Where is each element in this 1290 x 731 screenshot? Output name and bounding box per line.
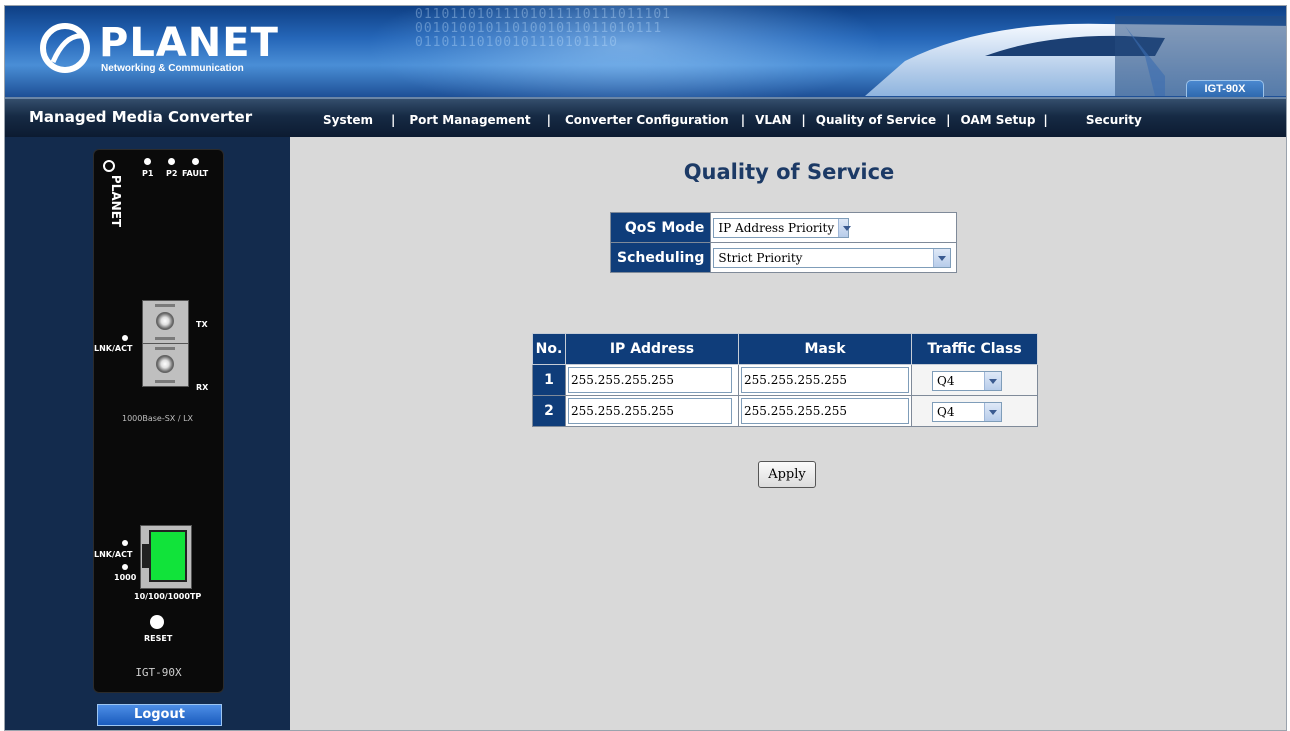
mask-cell: 255.255.255.255: [738, 395, 912, 427]
reset-button: [150, 615, 164, 629]
logout-button[interactable]: Logout: [97, 704, 222, 726]
chevron-down-icon: [838, 219, 852, 237]
ip-cell: 255.255.255.255: [565, 364, 739, 396]
traffic-class-select[interactable]: Q4: [932, 370, 1002, 391]
banner-binary-decoration: 01101101011101011110111011101 00101001011…: [415, 8, 671, 50]
traffic-class-cell: Q4: [911, 364, 1038, 396]
page-title: Quality of Service: [683, 160, 895, 184]
sidebar: PLANET P1 P2 FAULT TX RX LNK/ACT 1000Bas…: [5, 137, 290, 730]
fiber-rx-label: RX: [196, 383, 209, 392]
led-copper-lnk: [122, 540, 128, 546]
nav-separator: |: [801, 113, 806, 127]
led-fiber-lnk: [122, 335, 128, 341]
qos-settings-table: QoS Mode IP Address Priority Scheduling …: [609, 212, 958, 273]
scheduling-select[interactable]: Strict Priority: [713, 248, 952, 268]
window-frame: 01101101011101011110111011101 00101001011…: [4, 5, 1287, 731]
traffic-class-value: Q4: [937, 373, 955, 388]
nav-oam-setup[interactable]: OAM Setup: [960, 113, 1035, 127]
column-header-no: No.: [532, 333, 566, 365]
copper-type-label: 10/100/1000TP: [134, 592, 202, 601]
mask-cell: 255.255.255.255: [738, 364, 912, 396]
reset-label: RESET: [144, 634, 173, 643]
qos-mode-value: IP Address Priority: [718, 221, 835, 235]
nav-bar: Managed Media Converter System | Port Ma…: [5, 97, 1286, 137]
led-label-p1: P1: [142, 169, 154, 178]
planet-logo-icon: [40, 23, 90, 73]
nav-vlan[interactable]: VLAN: [755, 113, 791, 127]
ip-address-input[interactable]: 255.255.255.255: [568, 398, 732, 424]
traffic-class-value: Q4: [937, 404, 955, 419]
led-p1: [144, 158, 151, 165]
column-header-mask: Mask: [738, 333, 912, 365]
scheduling-label: Scheduling: [609, 242, 712, 273]
qos-mode-cell: IP Address Priority: [710, 212, 958, 243]
apply-button[interactable]: Apply: [758, 461, 816, 488]
copper-port: [140, 525, 192, 589]
nav-quality-of-service[interactable]: Quality of Service: [816, 113, 936, 127]
device-logo-text: PLANET: [109, 174, 124, 228]
nav-separator: |: [1043, 113, 1048, 127]
nav-separator: |: [946, 113, 951, 127]
table-row: 2 255.255.255.255 255.255.255.255 Q4: [532, 395, 1038, 427]
nav-security[interactable]: Security: [1086, 113, 1142, 127]
chevron-down-icon: [933, 249, 951, 267]
row-number: 2: [532, 395, 566, 427]
traffic-class-select[interactable]: Q4: [932, 401, 1002, 422]
nav-separator: |: [546, 113, 551, 127]
scheduling-cell: Strict Priority: [710, 242, 958, 273]
led-p2: [168, 158, 175, 165]
table-row: 1 255.255.255.255 255.255.255.255 Q4: [532, 364, 1038, 396]
logo-subtitle: Networking & Communication: [101, 63, 244, 74]
chevron-down-icon: [984, 371, 1001, 390]
device-model-label: IGT-90X: [135, 666, 182, 679]
fiber-tx-label: TX: [196, 320, 208, 329]
nav-converter-configuration[interactable]: Converter Configuration: [565, 113, 729, 127]
model-tab: IGT-90X: [1186, 80, 1264, 97]
traffic-class-cell: Q4: [911, 395, 1038, 427]
main-content: Quality of Service QoS Mode IP Address P…: [290, 137, 1286, 730]
nav-system[interactable]: System: [323, 113, 373, 127]
fiber-port-tx: [142, 300, 189, 344]
qos-mode-label: QoS Mode: [609, 212, 712, 243]
planet-logo: PLANET Networking & Communication: [39, 20, 278, 78]
fiber-port-rx: [142, 343, 189, 387]
main-nav: System | Port Management | Converter Con…: [323, 111, 1142, 129]
led-fault: [192, 158, 199, 165]
qos-mode-row: QoS Mode IP Address Priority: [609, 212, 958, 243]
mask-input[interactable]: 255.255.255.255: [741, 367, 909, 393]
column-header-traffic-class: Traffic Class: [911, 333, 1038, 365]
speed-1000-label: 1000: [114, 573, 137, 582]
chevron-down-icon: [984, 402, 1001, 421]
column-header-ip-address: IP Address: [565, 333, 739, 365]
logo-text: PLANET: [99, 20, 279, 66]
device-front-panel: PLANET P1 P2 FAULT TX RX LNK/ACT 1000Bas…: [93, 149, 224, 693]
led-label-fault: FAULT: [182, 169, 209, 178]
nav-separator: |: [740, 113, 746, 127]
fiber-type-label: 1000Base-SX / LX: [122, 414, 194, 423]
row-number: 1: [532, 364, 566, 396]
header-banner: 01101101011101011110111011101 00101001011…: [5, 6, 1286, 97]
ip-address-input[interactable]: 255.255.255.255: [568, 367, 732, 393]
scheduling-value: Strict Priority: [718, 251, 803, 265]
product-name: Managed Media Converter: [29, 108, 253, 126]
nav-port-management[interactable]: Port Management: [409, 113, 530, 127]
ip-cell: 255.255.255.255: [565, 395, 739, 427]
table-header-row: No. IP Address Mask Traffic Class: [532, 333, 1038, 365]
led-1000: [122, 564, 128, 570]
ip-priority-table: No. IP Address Mask Traffic Class 1 255.…: [532, 333, 1038, 427]
copper-lnk-act-label: LNK/ACT: [94, 550, 133, 559]
nav-separator: |: [391, 113, 396, 127]
scheduling-row: Scheduling Strict Priority: [609, 242, 958, 273]
fiber-lnk-act-label: LNK/ACT: [94, 344, 133, 353]
led-label-p2: P2: [166, 169, 178, 178]
mask-input[interactable]: 255.255.255.255: [741, 398, 909, 424]
qos-mode-select[interactable]: IP Address Priority: [713, 218, 852, 238]
